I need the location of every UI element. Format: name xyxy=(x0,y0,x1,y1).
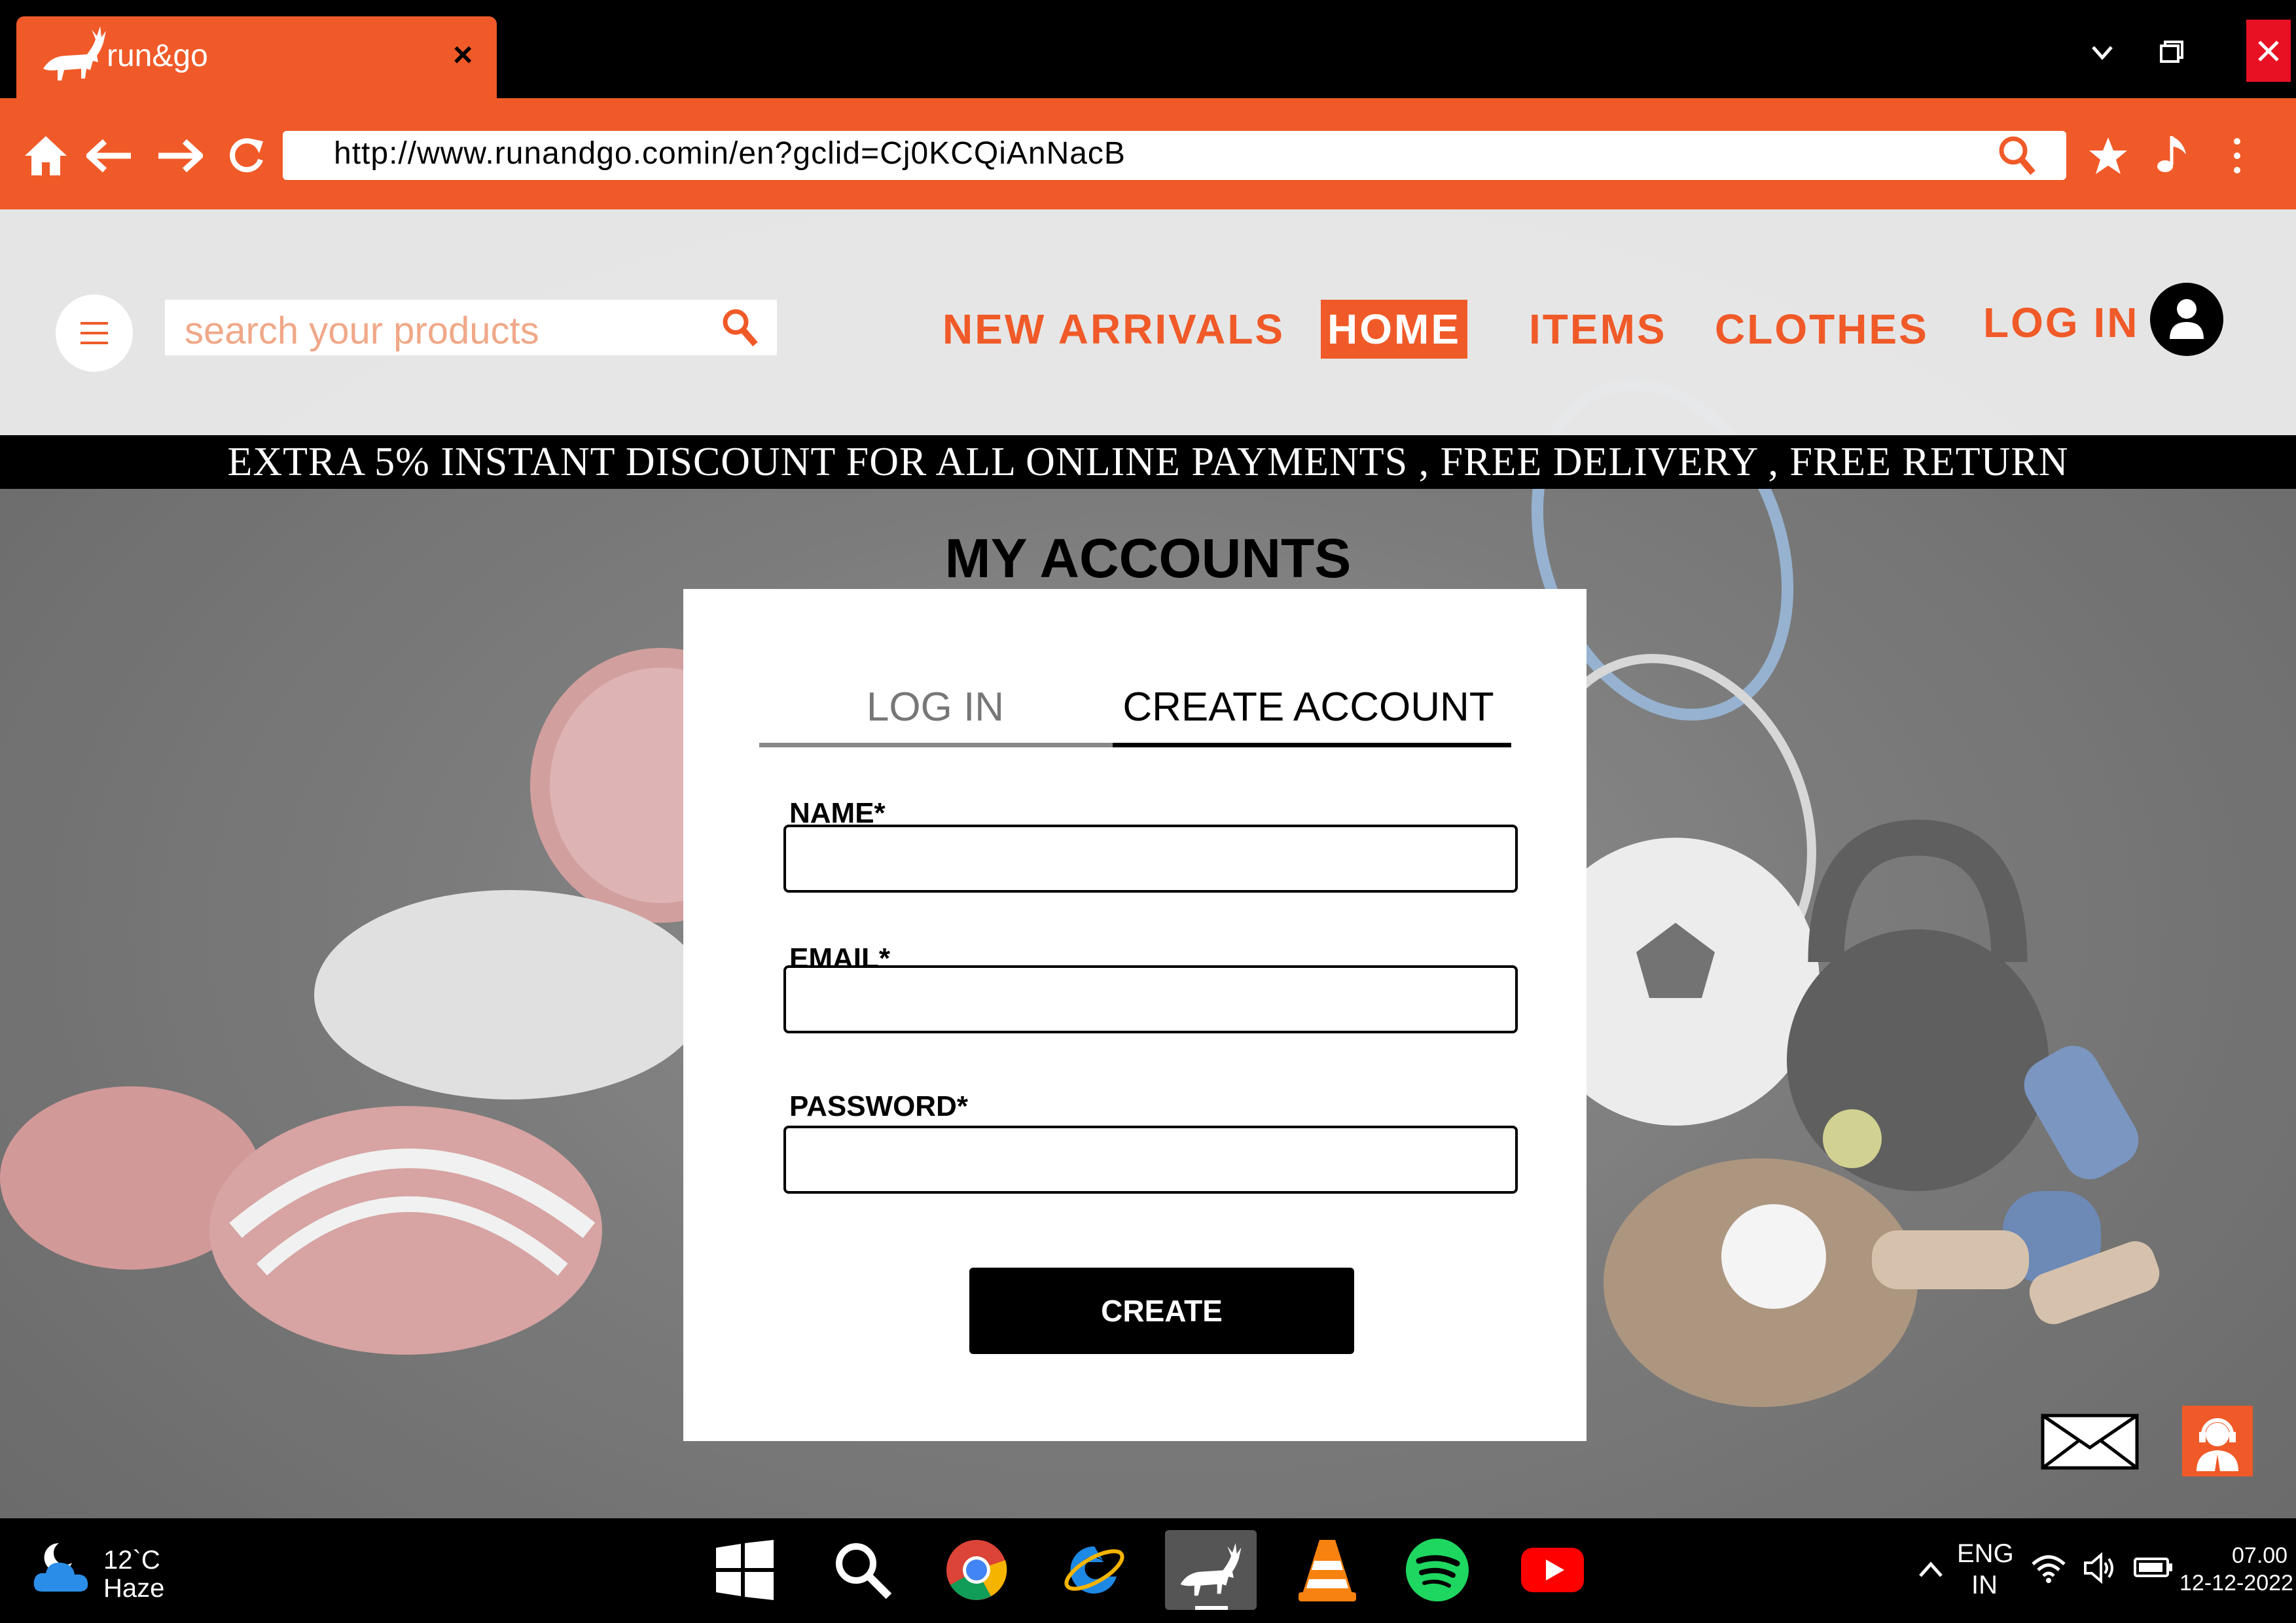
product-search-input[interactable]: search your products xyxy=(165,300,777,355)
taskbar: 12`C Haze ENG IN 07.00 12-12-2022 xyxy=(0,1518,2296,1623)
mail-icon[interactable] xyxy=(2041,1414,2139,1470)
language-region[interactable]: IN xyxy=(1971,1571,1998,1600)
user-avatar-button[interactable] xyxy=(2150,283,2223,356)
url-text[interactable]: http://www.runandgo.comin/en?gclid=Cj0KC… xyxy=(334,135,1126,171)
back-arrow-icon[interactable] xyxy=(86,139,134,173)
active-app-indicator xyxy=(1195,1606,1228,1610)
minimize-chevron-button[interactable] xyxy=(2076,26,2128,79)
chrome-button[interactable] xyxy=(940,1533,1013,1607)
deer-logo-icon xyxy=(1180,1543,1242,1596)
browser-tab-bar: run&go × xyxy=(0,0,2296,98)
internet-explorer-icon xyxy=(1064,1546,1124,1594)
password-label: PASSWORD* xyxy=(789,1090,968,1122)
search-icon[interactable] xyxy=(1998,135,2037,177)
email-field[interactable] xyxy=(783,965,1518,1033)
chevron-up-icon[interactable] xyxy=(1918,1559,1944,1578)
page-title: MY ACCOUNTS xyxy=(944,527,1352,589)
nav-home[interactable]: HOME xyxy=(1321,300,1467,359)
run-and-go-app-button[interactable] xyxy=(1165,1530,1257,1610)
weather-cloud-icon xyxy=(33,1543,88,1592)
youtube-button[interactable] xyxy=(1516,1533,1589,1607)
deer-logo-icon xyxy=(43,26,106,80)
tab-create-account[interactable]: CREATE ACCOUNT xyxy=(1112,684,1505,730)
tab-title: run&go xyxy=(107,39,208,73)
restore-icon xyxy=(2160,41,2183,63)
nav-new-arrivals[interactable]: NEW ARRIVALS xyxy=(942,300,1285,359)
taskbar-search-button[interactable] xyxy=(826,1533,899,1607)
customer-support-icon xyxy=(2197,1418,2238,1471)
language-code[interactable]: ENG xyxy=(1957,1539,2014,1569)
clock-time[interactable]: 07.00 xyxy=(2232,1543,2287,1569)
tab-underline-active xyxy=(1113,743,1511,747)
star-icon[interactable] xyxy=(2088,136,2128,175)
chrome-icon xyxy=(946,1540,1007,1600)
account-card: LOG IN CREATE ACCOUNT NAME* EMAIL* PASSW… xyxy=(683,589,1587,1441)
page-content: search your products NEW ARRIVALS HOME I… xyxy=(0,209,2296,1518)
spotify-icon xyxy=(1406,1539,1469,1601)
customer-support-button[interactable] xyxy=(2182,1406,2253,1476)
clock-date[interactable]: 12-12-2022 xyxy=(2179,1571,2293,1596)
name-field[interactable] xyxy=(783,825,1518,893)
wifi-icon[interactable] xyxy=(2030,1552,2067,1584)
close-icon xyxy=(2258,41,2279,62)
more-vertical-icon[interactable] xyxy=(2225,136,2249,175)
music-note-icon[interactable] xyxy=(2155,132,2191,177)
chevron-down-icon xyxy=(2092,46,2113,60)
site-header: search your products NEW ARRIVALS HOME I… xyxy=(0,209,2296,435)
tab-underline-inactive xyxy=(759,743,1113,747)
hamburger-menu-icon xyxy=(81,322,108,344)
nav-items[interactable]: ITEMS xyxy=(1529,300,1667,359)
search-icon xyxy=(836,1543,892,1599)
close-window-button[interactable] xyxy=(2246,20,2291,82)
windows-start-icon xyxy=(716,1540,774,1600)
spotify-button[interactable] xyxy=(1401,1533,1474,1607)
user-avatar-icon xyxy=(2170,299,2204,339)
internet-explorer-button[interactable] xyxy=(1058,1533,1131,1607)
password-field[interactable] xyxy=(783,1126,1518,1194)
battery-icon[interactable] xyxy=(2134,1556,2173,1578)
volume-icon[interactable] xyxy=(2083,1552,2118,1584)
nav-clothes[interactable]: CLOTHES xyxy=(1715,300,1929,359)
search-icon[interactable] xyxy=(721,308,759,348)
tab-close-button[interactable]: × xyxy=(453,38,473,72)
weather-desc: Haze xyxy=(103,1574,165,1603)
nav-login[interactable]: LOG IN xyxy=(1983,293,2139,352)
create-account-button[interactable]: CREATE xyxy=(969,1268,1354,1354)
forward-arrow-icon[interactable] xyxy=(156,139,203,173)
youtube-icon xyxy=(1521,1548,1584,1592)
weather-temp: 12`C xyxy=(103,1546,160,1575)
browser-nav-bar: http://www.runandgo.comin/en?gclid=Cj0KC… xyxy=(0,98,2296,209)
restore-window-button[interactable] xyxy=(2145,26,2198,79)
search-placeholder: search your products xyxy=(185,310,539,352)
hamburger-menu-button[interactable] xyxy=(56,294,133,372)
home-icon[interactable] xyxy=(24,135,68,177)
tab-login[interactable]: LOG IN xyxy=(759,684,1112,730)
reload-icon[interactable] xyxy=(229,136,266,174)
windows-start-button[interactable] xyxy=(708,1533,781,1607)
vlc-button[interactable] xyxy=(1291,1533,1364,1607)
promo-banner: EXTRA 5% INSTANT DISCOUNT FOR ALL ONLINE… xyxy=(0,435,2296,489)
vlc-icon xyxy=(1299,1540,1356,1601)
